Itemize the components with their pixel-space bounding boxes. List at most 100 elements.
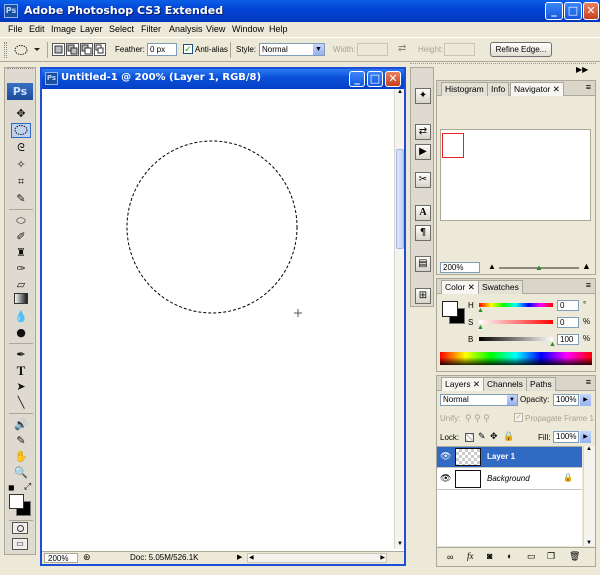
options-grip[interactable] <box>4 42 7 58</box>
minimize-button[interactable]: _ <box>545 2 563 20</box>
menu-window[interactable]: Window <box>232 24 264 34</box>
foreground-color-swatch[interactable] <box>9 494 24 509</box>
eraser-tool-icon[interactable]: ▱ <box>11 277 31 292</box>
width-input[interactable] <box>357 43 388 56</box>
close-button[interactable]: ✕ <box>583 2 599 20</box>
status-menu-arrow-icon[interactable]: ▶ <box>237 553 242 561</box>
tab-swatches[interactable]: Swatches <box>478 280 523 294</box>
scroll-down-icon[interactable]: ▼ <box>586 540 592 546</box>
adjustment-layer-icon[interactable]: ◐ <box>507 551 512 561</box>
delete-layer-icon[interactable]: 🗑 <box>569 551 580 562</box>
doc-maximize-button[interactable]: □ <box>367 71 383 87</box>
zoom-field[interactable]: 200% <box>44 553 78 563</box>
feather-input[interactable]: 0 px <box>147 43 177 56</box>
screen-mode-icon[interactable]: ▭ <box>12 538 28 550</box>
doc-minimize-button[interactable]: _ <box>349 71 365 87</box>
layers-scrollbar[interactable]: ▲ ▼ <box>583 446 595 546</box>
collapse-dock-icon[interactable]: ▶▶ <box>576 65 588 74</box>
lock-position-icon[interactable]: ✥ <box>490 431 498 442</box>
line-tool-icon[interactable]: ╲ <box>11 395 31 410</box>
tool-presets-icon[interactable]: ✦ <box>415 88 431 104</box>
tab-layers[interactable]: Layers ✕ <box>441 377 485 391</box>
close-tab-icon[interactable]: ✕ <box>468 282 475 292</box>
blur-tool-icon[interactable]: 💧 <box>11 309 31 324</box>
close-tab-icon[interactable]: ✕ <box>553 84 560 94</box>
menu-layer[interactable]: Layer <box>80 24 103 34</box>
eyedropper-tool-icon[interactable]: ✎ <box>11 191 31 206</box>
brush-tool-icon[interactable]: ✐ <box>11 229 31 244</box>
color-foreground-swatch[interactable] <box>442 301 458 317</box>
tab-paths[interactable]: Paths <box>526 377 556 391</box>
path-selection-tool-icon[interactable]: ➤ <box>11 379 31 394</box>
document-canvas[interactable] <box>42 89 394 549</box>
healing-brush-tool-icon[interactable]: ⬭ <box>11 213 31 228</box>
zoom-out-icon[interactable]: ▲ <box>488 262 496 271</box>
tab-info[interactable]: Info <box>487 82 510 96</box>
menu-select[interactable]: Select <box>109 24 134 34</box>
brightness-input[interactable]: 100 <box>557 334 579 345</box>
magic-wand-tool-icon[interactable]: ✧ <box>11 157 31 172</box>
saturation-thumb[interactable]: ▲ <box>477 324 484 331</box>
style-select[interactable]: Normal ▼ <box>259 43 325 56</box>
eye-icon[interactable]: 👁 <box>440 451 451 462</box>
refine-edge-button[interactable]: Refine Edge... <box>490 42 552 57</box>
blend-mode-select[interactable]: Normal ▼ <box>440 394 518 406</box>
new-layer-icon[interactable]: ❐ <box>547 551 555 562</box>
scroll-right-icon[interactable]: ▶ <box>380 554 385 561</box>
crop-tool-icon[interactable]: ⌗ <box>11 174 31 189</box>
tab-channels[interactable]: Channels <box>483 377 527 391</box>
close-tab-icon[interactable]: ✕ <box>473 379 480 389</box>
actions-icon[interactable]: ▶ <box>415 144 431 160</box>
tab-navigator[interactable]: Navigator ✕ <box>510 82 564 96</box>
ps-logo[interactable]: Ps <box>7 83 33 100</box>
panel-menu-icon[interactable]: ≡ <box>586 377 591 387</box>
swap-colors-icon[interactable]: ⤢ <box>24 481 31 492</box>
vertical-scrollbar[interactable]: ▲ ▼ <box>394 89 404 549</box>
menu-image[interactable]: Image <box>51 24 76 34</box>
document-title-bar[interactable]: Ps Untitled-1 @ 200% (Layer 1, RGB/8) _ … <box>42 69 404 89</box>
lasso-tool-icon[interactable]: ᘓ <box>11 140 31 155</box>
hue-slider[interactable] <box>479 303 553 307</box>
propagate-checkbox[interactable]: ✓ <box>514 413 523 422</box>
height-input[interactable] <box>444 43 475 56</box>
scroll-down-icon[interactable]: ▼ <box>396 541 404 549</box>
clone-stamp-tool-icon[interactable]: ♜ <box>11 245 31 260</box>
eyedropper-sample-tool-icon[interactable]: ✎ <box>11 433 31 448</box>
brushes-icon[interactable]: ⇄ <box>415 124 431 140</box>
lock-all-icon[interactable]: 🔒 <box>503 431 514 442</box>
lock-transparency-icon[interactable] <box>465 433 474 442</box>
dock-grip[interactable] <box>410 63 596 66</box>
menu-edit[interactable]: Edit <box>29 24 45 34</box>
navigator-zoom-field[interactable]: 200% <box>440 262 480 273</box>
navigator-preview[interactable] <box>440 129 591 221</box>
paragraph-icon[interactable]: ¶ <box>415 225 431 241</box>
layer-name[interactable]: Layer 1 <box>487 452 515 461</box>
notes-tool-icon[interactable]: 🔊 <box>11 417 31 432</box>
zoom-tool-icon[interactable]: 🔍 <box>11 465 31 480</box>
selection-mode-icons[interactable] <box>52 43 106 57</box>
menu-analysis[interactable]: Analysis <box>169 24 203 34</box>
fill-input[interactable]: 100% <box>553 431 579 443</box>
type-tool-icon[interactable]: T <box>11 363 31 378</box>
opacity-input[interactable]: 100% <box>553 394 579 406</box>
navigator-zoom-thumb[interactable]: ▲ <box>535 263 543 272</box>
elliptical-marquee-preset-icon[interactable] <box>12 43 42 57</box>
dodge-tool-icon[interactable]: ● <box>11 325 31 340</box>
tab-color[interactable]: Color ✕ <box>441 280 479 294</box>
brightness-slider[interactable] <box>479 337 553 341</box>
layer-name[interactable]: Background <box>487 474 530 483</box>
layer-mask-icon[interactable]: ◙ <box>487 551 492 561</box>
history-brush-tool-icon[interactable]: ✑ <box>11 261 31 276</box>
history-icon[interactable]: ✂ <box>415 172 431 188</box>
menu-help[interactable]: Help <box>269 24 288 34</box>
gradient-tool-icon[interactable] <box>11 293 31 308</box>
panel-menu-icon[interactable]: ≡ <box>586 280 591 290</box>
scroll-thumb[interactable] <box>396 149 404 249</box>
brightness-thumb[interactable]: ▲ <box>549 341 556 348</box>
saturation-slider[interactable] <box>479 320 553 324</box>
scroll-up-icon[interactable]: ▲ <box>586 446 592 452</box>
layer-row-background[interactable]: 👁 Background 🔒 <box>437 469 582 490</box>
app-title-bar[interactable]: Ps Adobe Photoshop CS3 Extended _ □ ✕ <box>0 0 600 22</box>
unify-icons[interactable]: ⚲ ⚲ ⚲ <box>465 413 490 424</box>
horizontal-scrollbar[interactable]: ◀ ▶ <box>247 553 387 563</box>
